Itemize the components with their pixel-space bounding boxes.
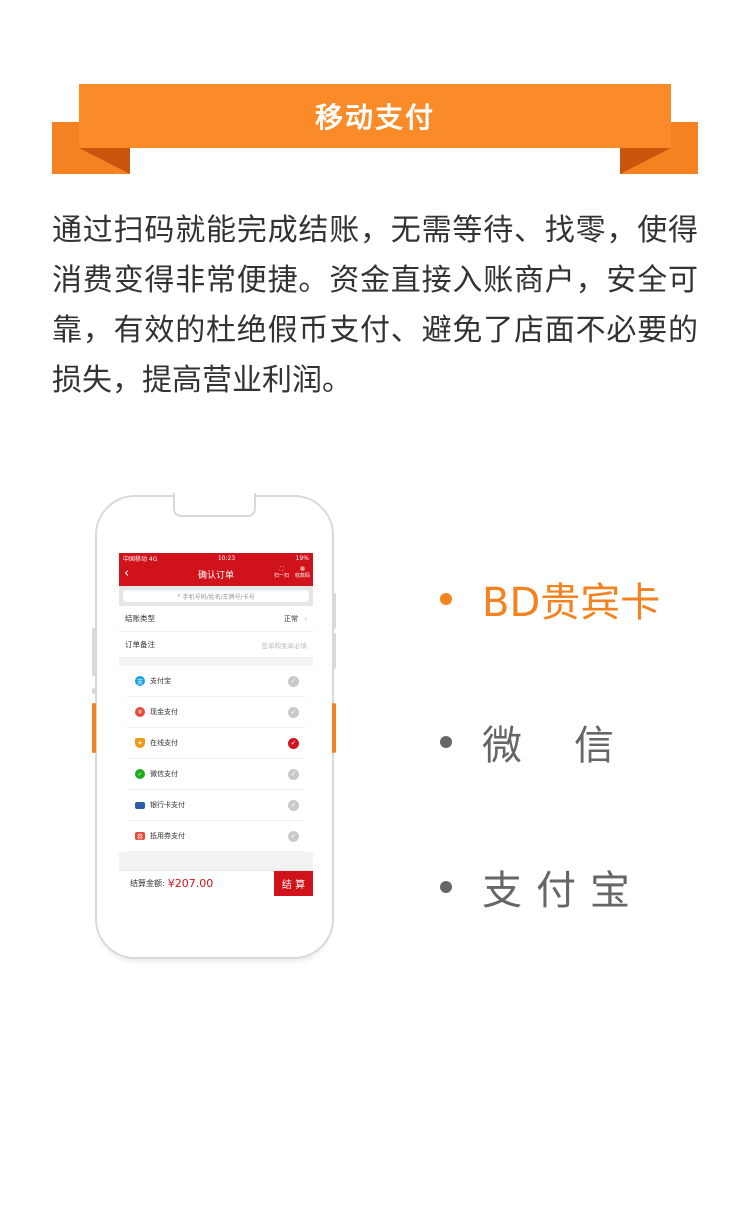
- scan-icon: ⛶: [279, 566, 284, 572]
- nav-title: 确认订单: [197, 571, 234, 581]
- checkout-type-row[interactable]: 结账类型 正常 ›: [119, 606, 313, 632]
- qr-code-icon: ▦: [300, 566, 305, 572]
- phone-screen: 中国移动 4G 10:23 19% ‹ 确认订单 ⛶ 扫一扫 ▦ 收款码 ⌕ 手…: [119, 553, 313, 896]
- total-label: 结算金额:: [130, 879, 165, 888]
- title-ribbon: 移动支付: [52, 84, 698, 174]
- payment-option-online[interactable]: ✦ 在线支付 ✓: [127, 728, 305, 759]
- bank-card-icon: [135, 801, 145, 809]
- status-battery: 19%: [295, 554, 309, 562]
- phone-speaker-notch: [173, 493, 256, 517]
- payment-option-label: 现金支付: [150, 708, 178, 716]
- chevron-right-icon: ›: [304, 614, 307, 623]
- bullet-dot-icon: [440, 593, 452, 605]
- phone-volume-button: [92, 628, 96, 676]
- search-placeholder: 手机号码/姓名/车牌号/卡号: [182, 593, 255, 601]
- payment-option-left: 支 支付宝: [127, 676, 171, 686]
- order-note-row[interactable]: 订单备注 签单和免单必填: [119, 632, 313, 658]
- payment-option-left: ✦ 在线支付: [127, 738, 178, 748]
- checkout-type-value-wrap: 正常 ›: [284, 614, 307, 624]
- feature-item-bd-vip-card: BD贵宾卡: [440, 570, 660, 628]
- checkout-footer: 结算金额: ¥207.00 结 算: [119, 870, 313, 896]
- feature-item-wechat: 微 信: [440, 713, 620, 771]
- status-bar: 中国移动 4G 10:23 19%: [119, 553, 313, 563]
- scan-button[interactable]: ⛶ 扫一扫: [274, 566, 289, 580]
- phone-power-button-2: [332, 633, 336, 669]
- payment-option-label: 支付宝: [150, 677, 171, 685]
- payment-option-label: 在线支付: [150, 739, 178, 747]
- cash-icon: ¥: [135, 707, 145, 717]
- phone-side-button-right: [332, 703, 336, 753]
- payment-option-coupon[interactable]: 券 抵用券支付 ✓: [127, 821, 305, 852]
- search-icon: ⌕: [177, 592, 181, 599]
- order-note-label: 订单备注: [125, 640, 155, 649]
- payment-option-cash[interactable]: ¥ 现金支付 ✓: [127, 697, 305, 728]
- payment-option-wechat[interactable]: ✓ 微信支付 ✓: [127, 759, 305, 790]
- checkout-type-label: 结账类型: [125, 614, 155, 623]
- feature-label: BD贵宾卡: [482, 580, 661, 626]
- bullet-dot-icon: [440, 881, 452, 893]
- qr-code-button[interactable]: ▦ 收款码: [295, 566, 310, 580]
- qr-code-label: 收款码: [294, 573, 310, 579]
- checked-icon: ✓: [288, 737, 299, 749]
- search-input[interactable]: ⌕ 手机号码/姓名/车牌号/卡号: [123, 590, 309, 602]
- unchecked-icon: ✓: [288, 675, 299, 687]
- phone-side-dot: [92, 688, 96, 694]
- feature-label: 微 信: [482, 723, 620, 769]
- unchecked-icon: ✓: [288, 799, 299, 811]
- status-time: 10:23: [217, 554, 236, 562]
- scan-label: 扫一扫: [273, 573, 289, 579]
- coupon-icon: 券: [135, 832, 145, 841]
- payment-method-list: 支 支付宝 ✓ ¥ 现金支付 ✓ ✦ 在线支付 ✓ ✓ 微信支付 ✓ 银行卡支付…: [119, 666, 313, 852]
- payment-option-left: 银行卡支付: [127, 800, 185, 810]
- alipay-icon: 支: [135, 676, 145, 686]
- ribbon-fold-left: [79, 148, 130, 174]
- payment-option-label: 微信支付: [150, 770, 178, 778]
- nav-bar: ‹ 确认订单 ⛶ 扫一扫 ▦ 收款码: [119, 563, 313, 586]
- unchecked-icon: ✓: [288, 706, 299, 718]
- payment-option-alipay[interactable]: 支 支付宝 ✓: [127, 666, 305, 697]
- payment-option-label: 银行卡支付: [150, 801, 185, 809]
- checkout-button[interactable]: 结 算: [274, 870, 313, 896]
- bullet-dot-icon: [440, 736, 452, 748]
- page-title: 移动支付: [314, 101, 435, 134]
- payment-option-left: 券 抵用券支付: [127, 831, 185, 841]
- payment-option-bank-card[interactable]: 银行卡支付 ✓: [127, 790, 305, 821]
- back-icon[interactable]: ‹: [124, 567, 129, 580]
- phone-power-button: [332, 593, 336, 629]
- description-text: 通过扫码就能完成结账，无需等待、找零，使得消费变得非常便捷。资金直接入账商户，安…: [52, 213, 698, 398]
- unchecked-icon: ✓: [288, 768, 299, 780]
- payment-option-left: ✓ 微信支付: [127, 769, 178, 779]
- checkout-type-value: 正常: [283, 614, 298, 623]
- feature-label: 支付宝: [482, 868, 644, 914]
- total-amount: ¥207.00: [167, 877, 214, 890]
- status-carrier: 中国移动 4G: [123, 555, 158, 563]
- payment-option-left: ¥ 现金支付: [127, 707, 178, 717]
- search-bar: ⌕ 手机号码/姓名/车牌号/卡号: [119, 586, 313, 606]
- payment-option-label: 抵用券支付: [150, 832, 185, 840]
- ribbon-band: 移动支付: [79, 84, 671, 148]
- wechat-icon: ✓: [135, 769, 145, 779]
- ribbon-fold-right: [620, 148, 671, 174]
- order-note-placeholder: 签单和免单必填: [261, 641, 308, 650]
- feature-item-alipay: 支付宝: [440, 858, 644, 916]
- unchecked-icon: ✓: [288, 830, 299, 842]
- shield-icon: ✦: [135, 738, 145, 748]
- phone-side-button-left: [92, 703, 96, 753]
